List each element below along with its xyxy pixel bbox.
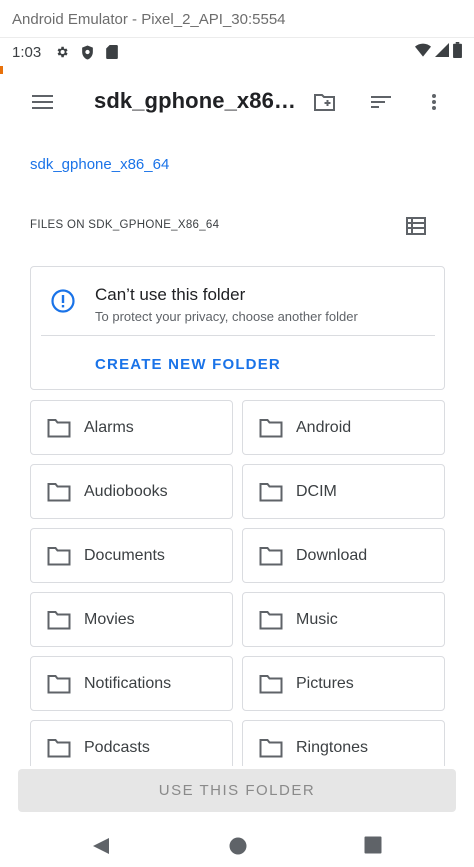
- folder-grid: Alarms Android Audiobooks DCIM Documents…: [30, 400, 446, 766]
- folder-item[interactable]: Podcasts: [30, 720, 233, 766]
- folder-name: Audiobooks: [84, 483, 168, 500]
- folder-item[interactable]: Pictures: [242, 656, 445, 711]
- info-icon: [50, 288, 76, 314]
- status-time: 1:03: [12, 43, 42, 61]
- use-this-folder-button[interactable]: USE THIS FOLDER: [18, 769, 456, 812]
- folder-item[interactable]: Alarms: [30, 400, 233, 455]
- folder-item[interactable]: DCIM: [242, 464, 445, 519]
- folder-item[interactable]: Music: [242, 592, 445, 647]
- system-nav-bar: [0, 826, 474, 867]
- emulator-window-title: Android Emulator - Pixel_2_API_30:5554: [0, 0, 474, 38]
- gear-icon: [55, 45, 69, 59]
- section-header: FILES ON SDK_GPHONE_X86_64: [30, 219, 220, 231]
- shield-icon: [81, 45, 94, 60]
- sort-icon[interactable]: [368, 90, 394, 114]
- folder-name: Download: [296, 547, 368, 564]
- folder-icon: [259, 482, 283, 502]
- create-new-folder-button[interactable]: CREATE NEW FOLDER: [95, 356, 281, 373]
- wifi-icon: [415, 43, 431, 61]
- app-bar: sdk_gphone_x86…: [0, 74, 474, 130]
- folder-item[interactable]: Audiobooks: [30, 464, 233, 519]
- folder-name: Alarms: [84, 419, 134, 436]
- menu-icon[interactable]: [30, 90, 56, 114]
- folder-name: Podcasts: [84, 739, 150, 756]
- folder-item[interactable]: Android: [242, 400, 445, 455]
- folder-icon: [259, 738, 283, 758]
- bottom-panel: USE THIS FOLDER: [0, 766, 474, 826]
- folder-name: Android: [296, 419, 352, 436]
- card-divider: [41, 335, 435, 336]
- folder-icon: [47, 738, 71, 758]
- home-icon[interactable]: [228, 836, 248, 856]
- back-icon[interactable]: [91, 836, 111, 856]
- warning-card: Can’t use this folder To protect your pr…: [30, 266, 445, 390]
- folder-name: Ringtones: [296, 739, 369, 756]
- folder-name: Music: [296, 611, 338, 628]
- folder-icon: [259, 674, 283, 694]
- new-folder-icon[interactable]: [312, 90, 338, 114]
- more-vert-icon[interactable]: [424, 90, 444, 114]
- folder-name: Notifications: [84, 675, 172, 692]
- folder-icon: [47, 674, 71, 694]
- warning-subtitle: To protect your privacy, choose another …: [95, 309, 358, 324]
- folder-icon: [47, 482, 71, 502]
- folder-name: Documents: [84, 547, 165, 564]
- recent-apps-icon[interactable]: [364, 836, 382, 854]
- window-edge-accent: [0, 66, 3, 74]
- list-view-icon[interactable]: [405, 216, 429, 238]
- app-bar-title: sdk_gphone_x86…: [94, 88, 294, 113]
- folder-name: DCIM: [296, 483, 337, 500]
- breadcrumb-root[interactable]: sdk_gphone_x86_64: [30, 156, 169, 173]
- folder-icon: [259, 418, 283, 438]
- folder-item[interactable]: Download: [242, 528, 445, 583]
- status-bar: 1:03: [0, 38, 474, 66]
- folder-icon: [259, 610, 283, 630]
- folder-icon: [47, 546, 71, 566]
- sd-card-icon: [106, 45, 119, 59]
- folder-item[interactable]: Ringtones: [242, 720, 445, 766]
- signal-icon: [435, 43, 449, 61]
- folder-item[interactable]: Documents: [30, 528, 233, 583]
- folder-icon: [47, 610, 71, 630]
- folder-name: Pictures: [296, 675, 354, 692]
- folder-name: Movies: [84, 611, 135, 628]
- folder-item[interactable]: Notifications: [30, 656, 233, 711]
- folder-icon: [47, 418, 71, 438]
- folder-item[interactable]: Movies: [30, 592, 233, 647]
- warning-title: Can’t use this folder: [95, 285, 246, 304]
- battery-icon: [453, 42, 462, 62]
- folder-icon: [259, 546, 283, 566]
